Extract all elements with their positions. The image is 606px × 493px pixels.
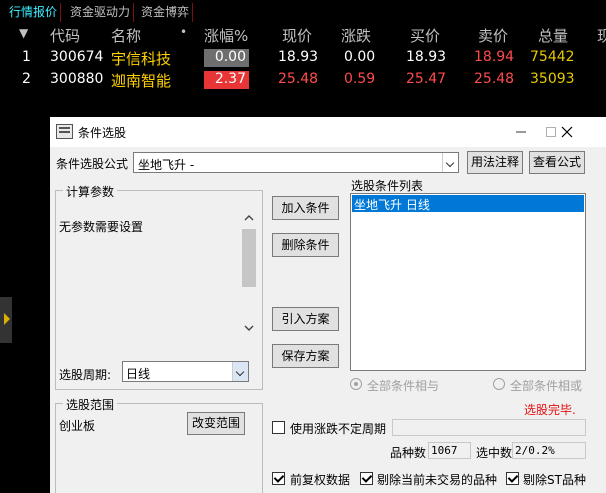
selected-field: 2/0.2% [512, 442, 586, 459]
period-value: 日线 [126, 367, 151, 381]
period-label: 选股周期: [59, 368, 112, 382]
selected-label: 选中数 [476, 446, 513, 460]
radio-or-label: 全部条件相或 [510, 379, 583, 393]
usage-notes-button[interactable]: 用法注释 [467, 151, 523, 174]
scroll-up-icon [244, 215, 254, 221]
tab-fund-game[interactable]: 资金博弈 [138, 3, 194, 22]
dialog-title: 条件选股 [78, 126, 127, 140]
header-name[interactable]: 名称 [111, 25, 141, 46]
header-current[interactable]: 现 [597, 25, 606, 46]
radio-and-label: 全部条件相与 [367, 379, 440, 393]
view-formula-button[interactable]: 查看公式 [529, 151, 585, 174]
period-select[interactable]: 日线 [122, 361, 249, 382]
row-change: 0.00 [344, 49, 376, 65]
radio-or[interactable] [493, 378, 505, 390]
dialog-titlebar[interactable]: 条件选股 [50, 117, 606, 147]
row-change-pct: 0.00 [204, 49, 249, 67]
delete-condition-button[interactable]: 删除条件 [272, 233, 339, 257]
exclude-untraded-label: 剔除当前未交易的品种 [377, 473, 498, 487]
header-change-pct[interactable]: 涨幅% [204, 25, 248, 46]
dropdown-arrow-icon[interactable] [232, 362, 248, 381]
count-field: 1067 [428, 442, 471, 459]
status-text: 选股完毕. [524, 403, 576, 417]
use-period-checkbox[interactable] [272, 421, 285, 434]
formula-select[interactable]: 坐地飞升 - [133, 152, 459, 173]
table-row[interactable]: 2 300880 迦南智能 2.37 25.48 0.59 25.47 25.4… [0, 69, 606, 91]
row-bid: 18.93 [406, 49, 447, 65]
dropdown-arrow-icon[interactable] [442, 153, 458, 172]
forward-adjust-label: 前复权数据 [290, 473, 351, 487]
dialog-app-icon [56, 124, 73, 139]
row-name: 宇信科技 [111, 50, 172, 68]
row-volume: 75442 [530, 49, 575, 65]
list-item[interactable]: 坐地飞升 日线 [352, 195, 584, 212]
row-change: 0.59 [344, 71, 376, 87]
sort-marker[interactable]: ▼ [19, 26, 28, 40]
minimize-icon[interactable] [511, 122, 531, 142]
formula-value: 坐地飞升 - [138, 158, 195, 172]
condition-list-label: 选股条件列表 [351, 179, 424, 193]
radio-and[interactable] [350, 378, 362, 390]
params-group: 计算参数 无参数需要设置 选股周期: 日线 [55, 183, 263, 390]
params-scrollbar[interactable] [241, 209, 257, 337]
add-condition-button[interactable]: 加入条件 [272, 196, 339, 220]
params-text: 无参数需要设置 [59, 220, 144, 234]
row-bid: 25.47 [406, 71, 447, 87]
quote-tabs: 行情报价 资金驱动力 资金博弈 [0, 0, 606, 24]
header-ask[interactable]: 卖价 [478, 25, 508, 46]
table-header: ▼ 代码 名称 • 涨幅% 现价 涨跌 买价 卖价 总量 现 [0, 24, 606, 46]
header-volume[interactable]: 总量 [538, 25, 568, 46]
row-price: 18.93 [278, 49, 319, 65]
row-index: 1 [22, 49, 31, 65]
exclude-untraded-checkbox[interactable] [360, 472, 373, 485]
row-index: 2 [22, 71, 31, 87]
scroll-down-icon [244, 325, 254, 331]
range-value: 创业板 [59, 419, 96, 433]
exclude-st-label: 剔除ST品种 [523, 473, 586, 487]
header-dot: • [180, 25, 188, 39]
save-scheme-button[interactable]: 保存方案 [272, 344, 339, 368]
table-row[interactable]: 1 300674 宇信科技 0.00 18.93 0.00 18.93 18.9… [0, 47, 606, 69]
tab-quotes[interactable]: 行情报价 [6, 3, 62, 22]
params-group-title: 计算参数 [63, 183, 118, 200]
tab-fund-drive[interactable]: 资金驱动力 [67, 3, 135, 22]
row-ask: 18.94 [474, 49, 515, 65]
formula-label: 条件选股公式 [56, 157, 129, 171]
period-input[interactable] [392, 419, 586, 436]
use-period-label: 使用涨跌不定周期 [290, 422, 387, 436]
header-bid[interactable]: 买价 [410, 25, 440, 46]
row-volume: 35093 [530, 71, 575, 87]
import-scheme-button[interactable]: 引入方案 [272, 307, 339, 331]
row-ask: 25.48 [474, 71, 515, 87]
side-expand-icon[interactable] [0, 297, 12, 343]
range-group-title: 选股范围 [63, 396, 118, 413]
header-price[interactable]: 现价 [282, 25, 312, 46]
forward-adjust-checkbox[interactable] [272, 472, 285, 485]
header-code[interactable]: 代码 [50, 25, 80, 46]
close-icon[interactable] [557, 122, 577, 142]
change-range-button[interactable]: 改变范围 [187, 412, 245, 435]
row-change-pct: 2.37 [204, 71, 249, 89]
stock-screener-dialog: 条件选股 条件选股公式 坐地飞升 - 用法注释 查看公式 计算参数 无参数需要设… [50, 117, 606, 493]
row-name: 迦南智能 [111, 72, 172, 90]
row-code: 300674 [50, 49, 104, 65]
header-change[interactable]: 涨跌 [341, 25, 371, 46]
exclude-st-checkbox[interactable] [506, 472, 519, 485]
row-code: 300880 [50, 71, 104, 87]
scroll-thumb[interactable] [242, 229, 256, 287]
condition-list[interactable]: 坐地飞升 日线 [350, 193, 586, 371]
row-price: 25.48 [278, 71, 319, 87]
count-label: 品种数 [390, 446, 427, 460]
